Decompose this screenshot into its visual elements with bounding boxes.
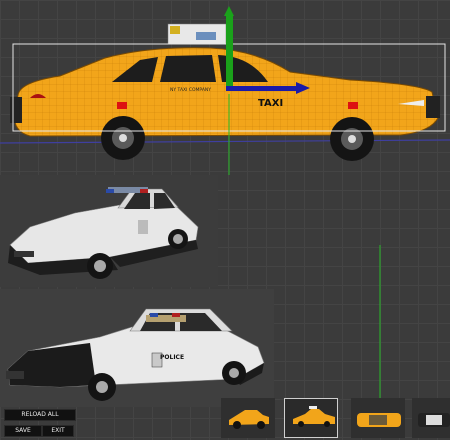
police-door-text: POLICE xyxy=(160,354,184,361)
thumbnail-taxi-top[interactable] xyxy=(351,398,405,438)
empty-viewport[interactable] xyxy=(282,245,450,405)
main-viewport[interactable]: NY TAXI COMPANY TAXI xyxy=(0,0,450,175)
thumbnail-taxi-side[interactable] xyxy=(221,398,275,438)
reload-all-button[interactable]: RELOAD ALL xyxy=(4,409,76,421)
thumbnail-police-partial[interactable] xyxy=(412,398,450,438)
exit-button[interactable]: EXIT xyxy=(42,425,74,437)
translate-gizmo[interactable] xyxy=(224,6,310,175)
horizon-axis-line xyxy=(0,139,450,144)
rear-wheel xyxy=(101,116,145,160)
taxi-side-text: TAXI xyxy=(258,98,283,109)
police-car-viewport-1[interactable] xyxy=(0,175,218,287)
taxi-door-text: NY TAXI COMPANY xyxy=(170,87,211,93)
thumbnail-taxi-front[interactable] xyxy=(284,398,338,438)
save-button[interactable]: SAVE xyxy=(4,425,42,437)
front-wheel xyxy=(330,117,374,161)
police-car-viewport-2[interactable]: POLICE xyxy=(0,289,274,407)
